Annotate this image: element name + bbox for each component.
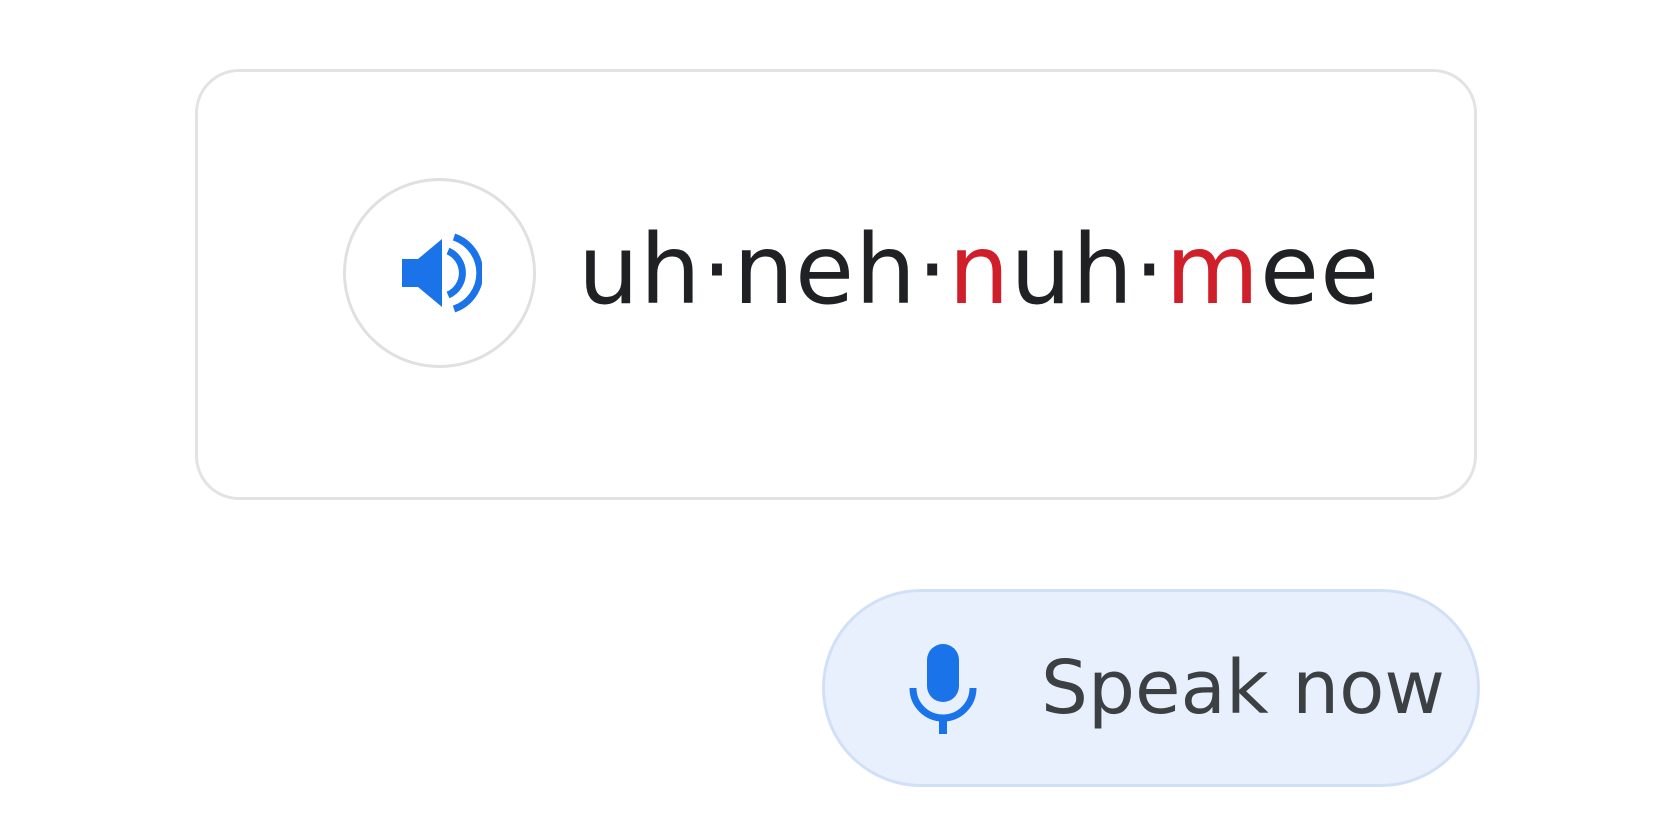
syllable: ee xyxy=(1260,214,1381,326)
speak-now-button[interactable]: Speak now xyxy=(822,589,1480,787)
syllable: uh xyxy=(1010,214,1134,326)
stage: uh·neh·nuh·mee Speak now xyxy=(0,0,1680,840)
syllable-separator: · xyxy=(916,214,949,326)
syllable-separator: · xyxy=(701,214,734,326)
syllable: neh xyxy=(733,214,917,326)
stressed-letter: m xyxy=(1165,214,1261,326)
play-pronunciation-button[interactable] xyxy=(343,178,536,368)
speaker-icon xyxy=(401,233,482,313)
speak-now-label: Speak now xyxy=(1041,645,1445,731)
stressed-letter: n xyxy=(948,214,1011,326)
syllable: uh xyxy=(578,214,702,326)
syllable-separator: · xyxy=(1134,214,1166,326)
microphone-icon xyxy=(909,644,977,734)
pronunciation-text: uh·neh·nuh·mee xyxy=(578,210,1380,330)
